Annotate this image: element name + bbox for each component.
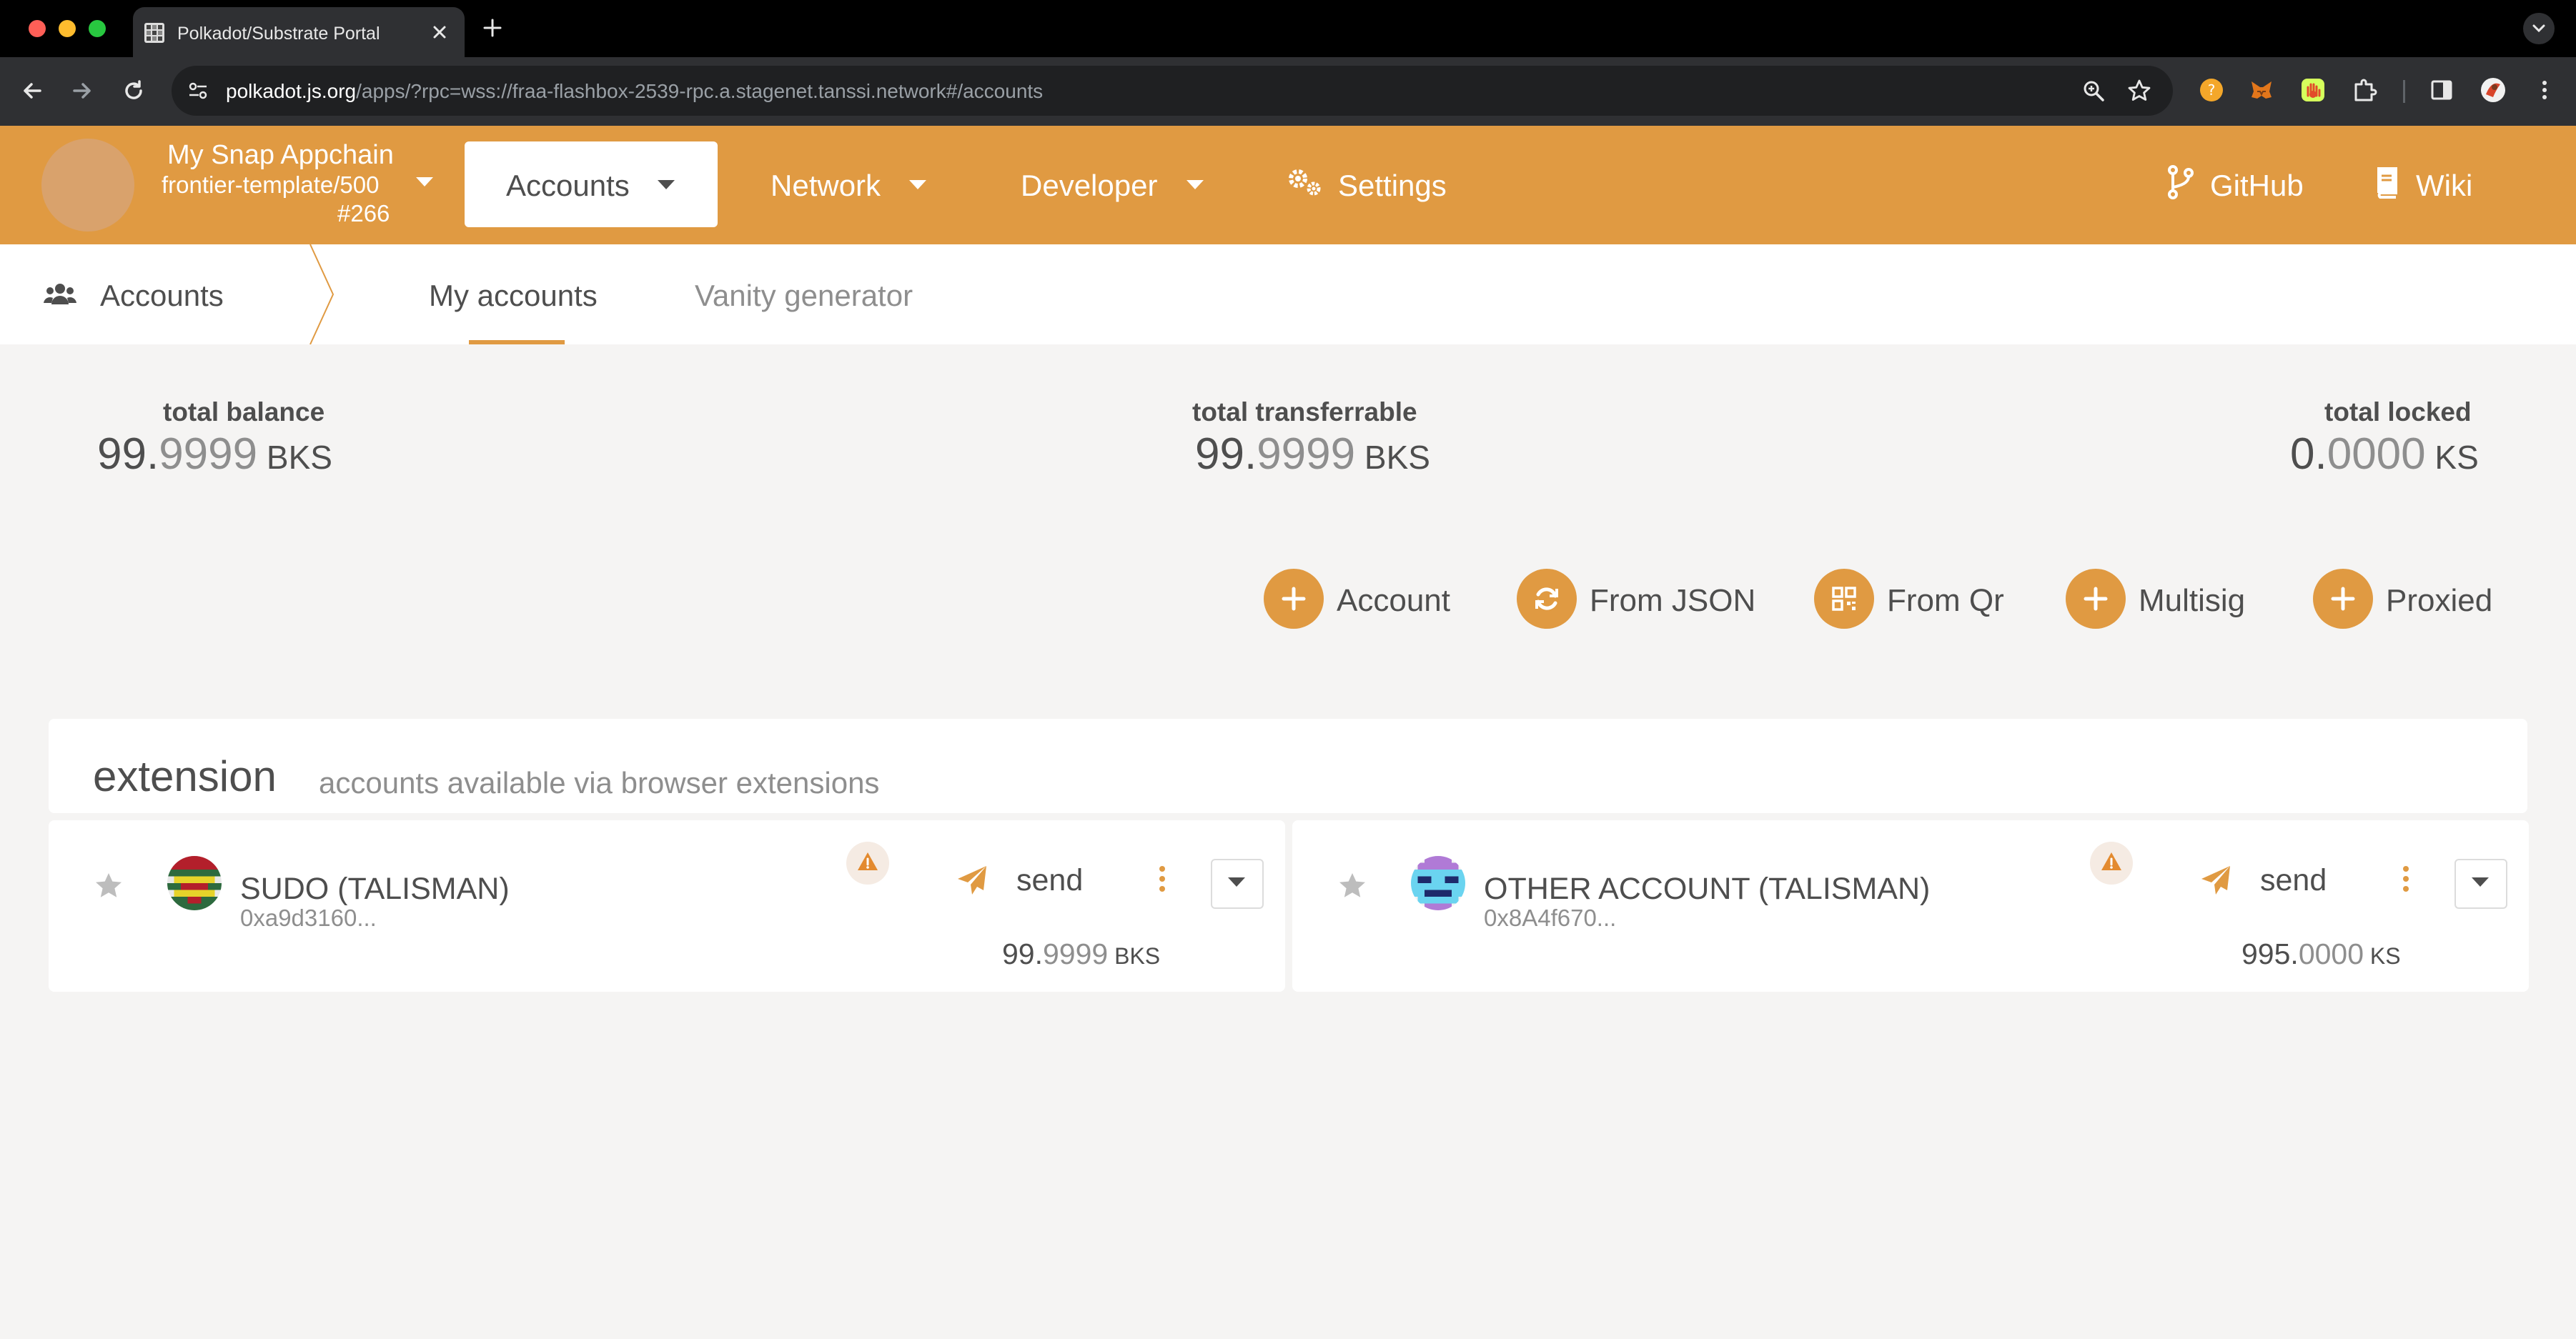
caret-down-icon bbox=[415, 176, 435, 189]
browser-menu-icon[interactable] bbox=[2529, 74, 2560, 106]
menu-accounts[interactable]: Accounts bbox=[465, 141, 718, 227]
book-icon bbox=[2373, 164, 2402, 200]
chain-name: My Snap Appchain bbox=[167, 140, 394, 170]
metamask-fox-icon[interactable] bbox=[2246, 74, 2277, 106]
account-balance: 99.9999 BKS bbox=[1002, 937, 1161, 970]
account-row: OTHER ACCOUNT (TALISMAN) 0x8A4f670... se… bbox=[1292, 820, 2529, 992]
caret-down-icon bbox=[908, 179, 928, 191]
plus-icon bbox=[2313, 569, 2373, 629]
paper-plane-icon bbox=[2200, 865, 2233, 896]
svg-text:?: ? bbox=[2208, 81, 2216, 99]
url-text: polkadot.js.org/apps/?rpc=wss://fraa-fla… bbox=[226, 80, 1044, 102]
side-panel-icon[interactable] bbox=[2426, 74, 2457, 106]
caret-down-icon bbox=[1228, 877, 1245, 887]
more-options-icon[interactable] bbox=[2402, 865, 2410, 896]
back-icon[interactable] bbox=[19, 77, 46, 104]
total-transferrable-value: 99.9999 BKS bbox=[1195, 429, 1430, 479]
breadcrumb-chevron bbox=[307, 244, 336, 344]
toolbar-divider bbox=[2403, 80, 2405, 103]
tab-search-button[interactable] bbox=[2523, 13, 2555, 44]
page-title: Accounts bbox=[100, 279, 224, 312]
minimize-window-button[interactable] bbox=[59, 20, 76, 37]
bookmark-star-icon[interactable] bbox=[2127, 79, 2151, 103]
more-options-icon[interactable] bbox=[1158, 865, 1166, 896]
close-window-button[interactable] bbox=[29, 20, 46, 37]
account-address[interactable]: 0xa9d3160... bbox=[240, 905, 377, 932]
site-info-icon[interactable] bbox=[187, 81, 209, 101]
reload-icon[interactable] bbox=[120, 77, 147, 104]
total-locked-label: total locked bbox=[2324, 397, 2472, 427]
profile-avatar-icon[interactable] bbox=[2477, 74, 2509, 106]
identicon-avatar[interactable] bbox=[1411, 856, 1465, 910]
polkadot-favicon-icon bbox=[144, 23, 164, 43]
browser-tab-strip: Polkadot/Substrate Portal bbox=[0, 0, 2576, 57]
caret-down-icon bbox=[1185, 179, 1205, 191]
caret-down-icon bbox=[2472, 877, 2489, 887]
menu-settings[interactable]: Settings bbox=[1338, 169, 1447, 203]
account-name[interactable]: OTHER ACCOUNT (TALISMAN) bbox=[1484, 872, 1930, 907]
paper-plane-icon bbox=[956, 865, 989, 896]
zoom-icon[interactable] bbox=[2081, 79, 2106, 103]
users-icon bbox=[43, 280, 77, 309]
chain-spec-version: frontier-template/500 bbox=[162, 171, 380, 198]
expand-row-button[interactable] bbox=[1211, 859, 1264, 909]
address-bar[interactable]: polkadot.js.org/apps/?rpc=wss://fraa-fla… bbox=[172, 66, 2173, 116]
caret-down-icon bbox=[656, 179, 676, 191]
tab-title: Polkadot/Substrate Portal bbox=[177, 24, 380, 44]
chain-block-number: #266 bbox=[337, 200, 390, 227]
browser-tab[interactable]: Polkadot/Substrate Portal bbox=[133, 7, 465, 57]
warning-icon[interactable] bbox=[846, 842, 889, 885]
code-branch-icon bbox=[2164, 164, 2197, 200]
favorite-star-icon[interactable] bbox=[93, 870, 124, 902]
extension-section-header: extension accounts available via browser… bbox=[49, 719, 2527, 813]
sync-icon bbox=[1517, 569, 1577, 629]
browser-toolbar: polkadot.js.org/apps/?rpc=wss://fraa-fla… bbox=[0, 57, 2576, 126]
talisman-hand-icon[interactable] bbox=[2297, 74, 2329, 106]
warning-icon[interactable] bbox=[2090, 842, 2133, 885]
extensions-puzzle-icon[interactable] bbox=[2349, 74, 2380, 106]
cogs-icon bbox=[1285, 164, 1324, 200]
new-tab-icon[interactable] bbox=[480, 16, 505, 40]
tab-my-accounts[interactable]: My accounts bbox=[429, 279, 598, 313]
close-tab-icon[interactable] bbox=[430, 23, 449, 41]
identicon-avatar[interactable] bbox=[167, 856, 222, 910]
qrcode-icon bbox=[1814, 569, 1874, 629]
total-balance-value: 99.9999 BKS bbox=[97, 429, 332, 479]
app-header: My Snap Appchain frontier-template/500 #… bbox=[0, 126, 2576, 244]
total-locked-value: 0.0000 KS bbox=[2290, 429, 2479, 479]
account-name[interactable]: SUDO (TALISMAN) bbox=[240, 872, 510, 907]
forward-icon[interactable] bbox=[69, 77, 96, 104]
plus-icon bbox=[2066, 569, 2126, 629]
menu-accounts-label: Accounts bbox=[506, 169, 630, 202]
plus-icon bbox=[1264, 569, 1324, 629]
total-balance-label: total balance bbox=[163, 397, 325, 427]
chain-logo[interactable] bbox=[41, 139, 134, 232]
expand-row-button[interactable] bbox=[2454, 859, 2507, 909]
favorite-star-icon[interactable] bbox=[1337, 870, 1368, 902]
maximize-window-button[interactable] bbox=[89, 20, 106, 37]
chevron-down-icon bbox=[2532, 24, 2545, 33]
active-tab-indicator bbox=[469, 340, 565, 344]
account-row: SUDO (TALISMAN) 0xa9d3160... send 99.999… bbox=[49, 820, 1285, 992]
menu-developer[interactable]: Developer bbox=[1021, 169, 1157, 203]
account-address[interactable]: 0x8A4f670... bbox=[1484, 905, 1616, 932]
github-link[interactable]: GitHub bbox=[2210, 169, 2304, 203]
extension-coin-icon[interactable]: ? bbox=[2196, 74, 2227, 106]
section-title: extension bbox=[93, 752, 277, 800]
section-subtitle: accounts available via browser extension… bbox=[319, 766, 880, 800]
wiki-link[interactable]: Wiki bbox=[2416, 169, 2472, 203]
total-transferrable-label: total transferrable bbox=[1192, 397, 1417, 427]
menu-network[interactable]: Network bbox=[771, 169, 881, 203]
accounts-subnav: Accounts My accounts Vanity generator bbox=[0, 244, 2576, 344]
tab-vanity-generator[interactable]: Vanity generator bbox=[695, 279, 913, 313]
account-balance: 995.0000 KS bbox=[2241, 937, 2401, 970]
